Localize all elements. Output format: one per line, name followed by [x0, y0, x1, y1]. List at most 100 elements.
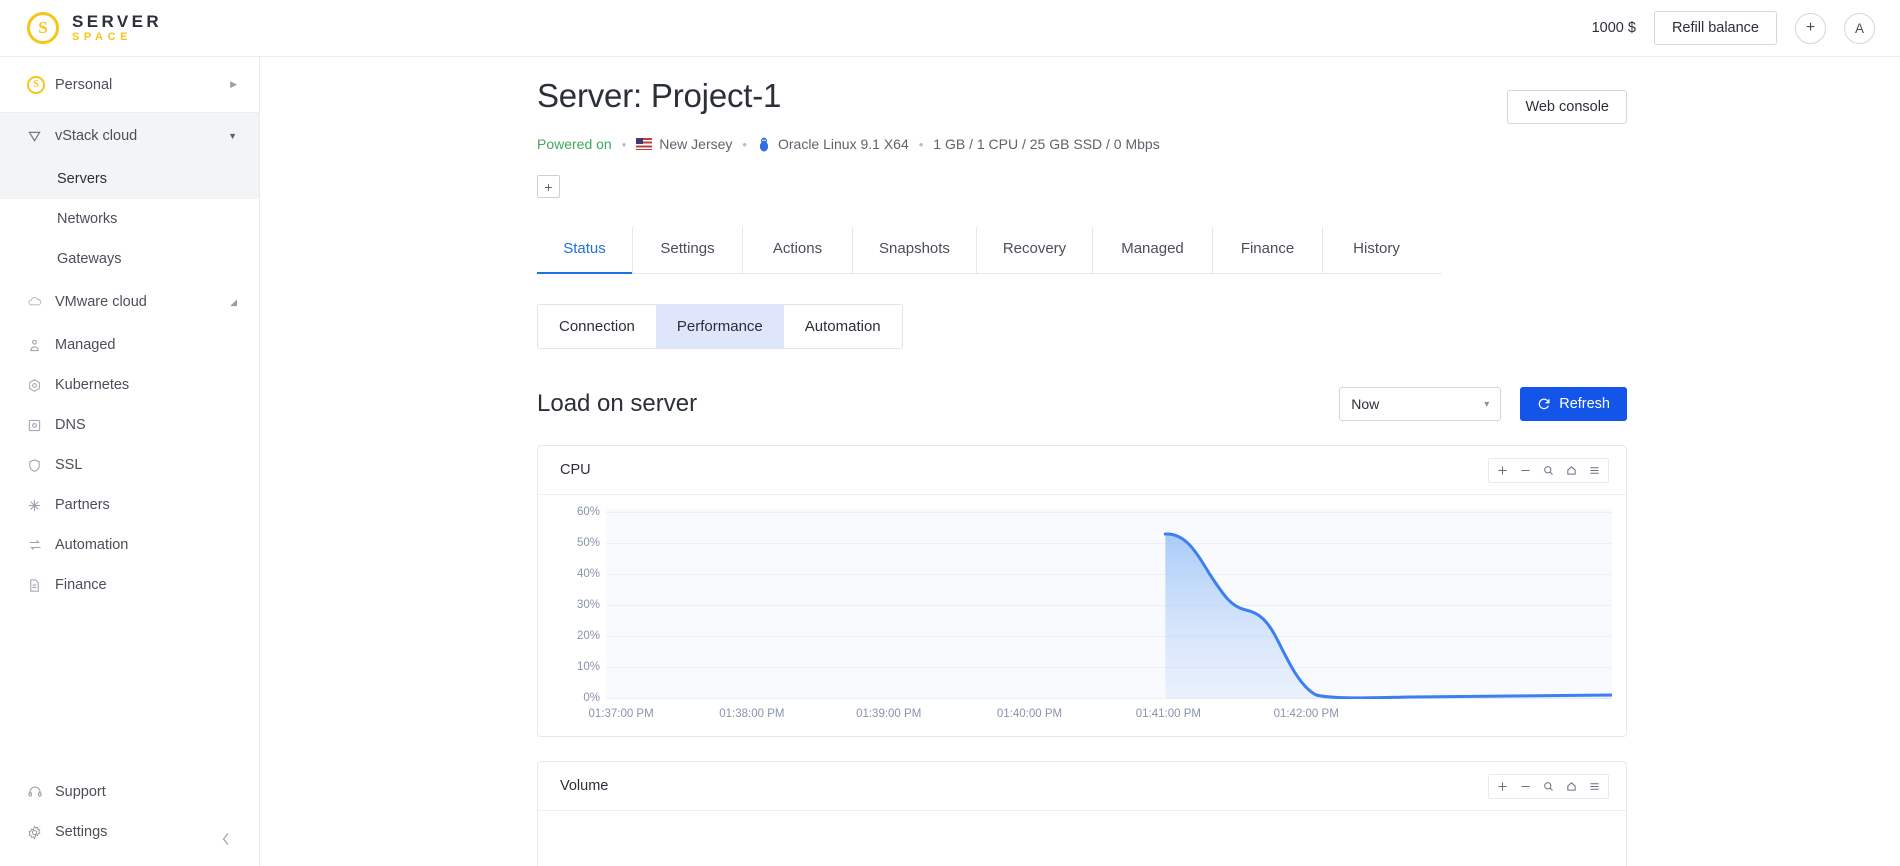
cloud-icon	[27, 294, 48, 310]
sidebar-collapse-button[interactable]	[215, 828, 237, 850]
chevron-down-icon: ▼	[228, 131, 237, 141]
tab-settings[interactable]: Settings	[633, 227, 743, 273]
managed-icon	[27, 338, 48, 353]
x-tick: 01:41:00 PM	[1135, 708, 1201, 720]
avatar[interactable]: A	[1844, 12, 1875, 44]
section-controls: Now ▾ Refresh	[1339, 387, 1627, 421]
refresh-button[interactable]: Refresh	[1520, 387, 1627, 421]
brand-name-bottom: SPACE	[72, 30, 133, 43]
page-content: Server: Project-1 Web console Powered on…	[537, 77, 1627, 866]
brand-name-top: SERVER	[72, 11, 163, 31]
brand-wordmark: SERVER SPACE	[72, 11, 163, 43]
sidebar-item-label: SSL	[55, 457, 83, 473]
add-button[interactable]: +	[1795, 12, 1826, 44]
sidebar-item-ssl[interactable]: SSL	[0, 445, 259, 485]
tab-snapshots[interactable]: Snapshots	[853, 227, 977, 273]
top-bar-actions: 1000 $ Refill balance + A	[1592, 11, 1900, 45]
vstack-icon	[27, 129, 48, 144]
sidebar-item-label: Managed	[55, 337, 116, 353]
server-specs: 1 GB / 1 CPU / 25 GB SSD / 0 Mbps	[933, 136, 1160, 152]
chevron-down-icon: ▾	[1484, 398, 1490, 410]
sidebar-item-kubernetes[interactable]: Kubernetes	[0, 365, 259, 405]
sidebar-item-partners[interactable]: Partners	[0, 485, 259, 525]
us-flag-icon	[636, 138, 653, 150]
server-tabs: Status Settings Actions Snapshots Recove…	[537, 227, 1442, 274]
magnifier-icon[interactable]	[1537, 775, 1560, 798]
x-tick: 01:42:00 PM	[1273, 708, 1339, 720]
y-tick: 20%	[576, 630, 600, 642]
server-os-label: Oracle Linux 9.1 X64	[777, 136, 909, 152]
menu-icon[interactable]	[1583, 459, 1606, 482]
web-console-button[interactable]: Web console	[1507, 90, 1627, 124]
sidebar-item-networks[interactable]: Networks	[0, 199, 259, 239]
shield-icon	[27, 458, 48, 473]
meta-separator: •	[621, 136, 627, 152]
minus-icon[interactable]	[1514, 459, 1537, 482]
y-tick: 30%	[576, 599, 600, 611]
finance-icon	[27, 578, 48, 593]
tab-managed[interactable]: Managed	[1093, 227, 1213, 273]
cpu-chart-body: 60% 50% 40% 30% 20% 10% 0% 01:37:00 PM 0…	[538, 495, 1626, 736]
home-icon[interactable]	[1560, 775, 1583, 798]
tab-recovery[interactable]: Recovery	[977, 227, 1093, 273]
sidebar-item-label: Networks	[57, 211, 118, 227]
subtab-automation[interactable]: Automation	[783, 305, 902, 348]
sidebar-item-label: Partners	[55, 497, 110, 513]
server-os: Oracle Linux 9.1 X64	[757, 136, 909, 152]
chevron-right-icon: ▶	[230, 79, 237, 89]
brand-logo[interactable]: SERVER SPACE	[0, 12, 260, 44]
sidebar-item-support[interactable]: Support	[0, 772, 259, 812]
refresh-label: Refresh	[1559, 396, 1610, 412]
home-icon[interactable]	[1560, 459, 1583, 482]
sidebar-item-servers[interactable]: Servers	[0, 159, 259, 199]
server-space-mark-icon	[27, 12, 59, 44]
magnifier-icon[interactable]	[1537, 459, 1560, 482]
sidebar-item-dns[interactable]: DNS	[0, 405, 259, 445]
menu-icon[interactable]	[1583, 775, 1606, 798]
sidebar-item-label: Settings	[55, 824, 108, 840]
sidebar-item-label: Gateways	[57, 251, 122, 267]
automation-icon	[27, 537, 48, 553]
sidebar-group-vstack-cloud[interactable]: vStack cloud ▼	[0, 113, 259, 159]
sidebar-group-vmware-cloud[interactable]: VMware cloud ◢	[0, 279, 259, 325]
sidebar-item-label: Personal	[55, 76, 113, 93]
volume-chart-card: Volume	[537, 761, 1627, 866]
sidebar-item-finance[interactable]: Finance	[0, 565, 259, 605]
x-tick: 01:39:00 PM	[856, 708, 922, 720]
page-title: Server: Project-1	[537, 77, 782, 114]
volume-chart-title: Volume	[560, 778, 609, 794]
tab-finance[interactable]: Finance	[1213, 227, 1323, 273]
cpu-chart-card: CPU 60% 50% 40% 30% 20% 10% 0% 01:37:00 …	[537, 445, 1627, 737]
period-select[interactable]: Now ▾	[1339, 387, 1502, 421]
tab-actions[interactable]: Actions	[743, 227, 853, 273]
refill-balance-button[interactable]: Refill balance	[1653, 11, 1777, 45]
collapse-corner-icon: ◢	[230, 296, 237, 307]
server-meta: Powered on • New Jersey • Oracle Linux 9…	[537, 136, 1627, 152]
minus-icon[interactable]	[1514, 775, 1537, 798]
y-tick: 10%	[576, 661, 600, 673]
plus-icon[interactable]	[1491, 775, 1514, 798]
cpu-chart-plot[interactable]	[606, 509, 1612, 699]
volume-chart-body	[538, 811, 1626, 866]
add-tag-button[interactable]: +	[537, 175, 560, 198]
volume-chart-header: Volume	[538, 762, 1626, 811]
tab-status[interactable]: Status	[537, 227, 633, 274]
sidebar-item-managed[interactable]: Managed	[0, 325, 259, 365]
plus-icon[interactable]	[1491, 459, 1514, 482]
status-badge: Powered on	[537, 136, 612, 152]
tab-history[interactable]: History	[1323, 227, 1430, 273]
top-bar: SERVER SPACE 1000 $ Refill balance + A	[0, 0, 1900, 57]
partners-icon	[27, 498, 48, 513]
subtab-performance[interactable]: Performance	[655, 305, 784, 348]
sidebar-item-personal[interactable]: Personal ▶	[0, 57, 259, 113]
sidebar-item-label: Support	[55, 784, 106, 800]
section-title: Load on server	[537, 390, 698, 417]
y-tick: 60%	[576, 506, 600, 518]
cpu-chart-title: CPU	[560, 462, 591, 478]
x-tick: 01:38:00 PM	[719, 708, 785, 720]
x-tick: 01:37:00 PM	[588, 708, 654, 720]
meta-separator: •	[742, 136, 747, 152]
subtab-connection[interactable]: Connection	[538, 305, 656, 348]
sidebar-item-gateways[interactable]: Gateways	[0, 239, 259, 279]
sidebar-item-automation[interactable]: Automation	[0, 525, 259, 565]
